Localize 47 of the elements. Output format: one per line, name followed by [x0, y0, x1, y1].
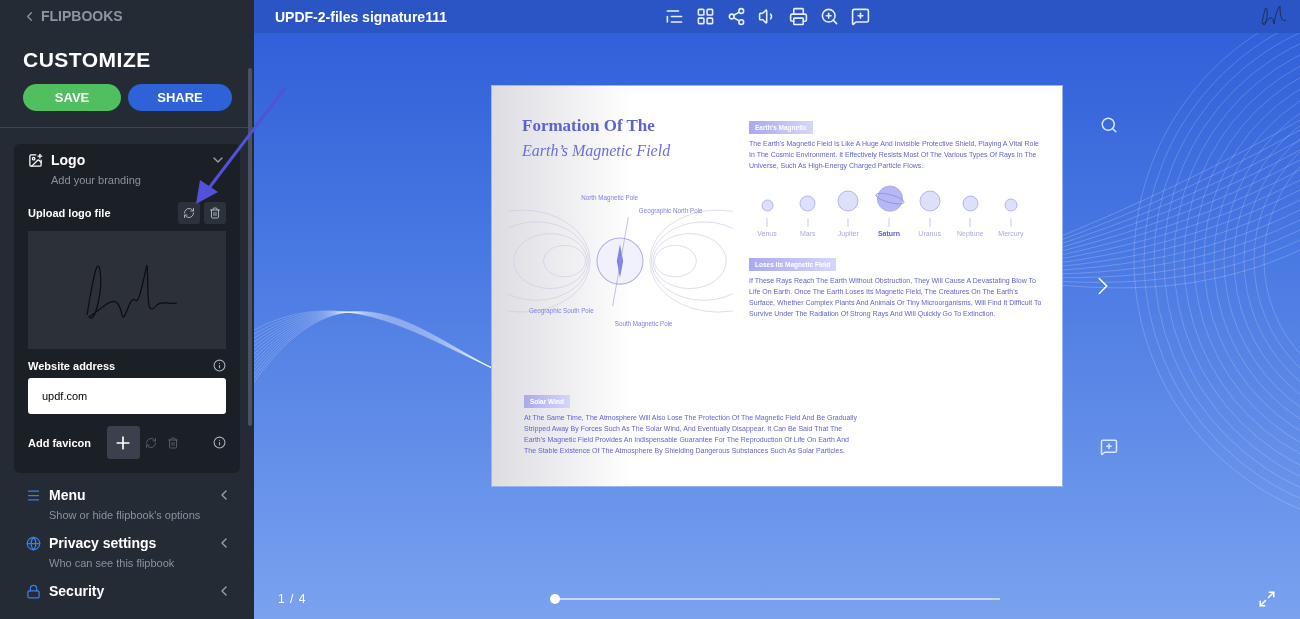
flipbook-title: UPDF-2-files signature111: [275, 8, 448, 25]
comment-add-icon[interactable]: [1100, 438, 1118, 456]
share-button[interactable]: SHARE: [128, 84, 232, 111]
page-indicator: 1 / 4: [278, 592, 308, 606]
section-subtitle: Show or hide flipbook's options: [49, 509, 202, 521]
section-title[interactable]: Logo: [51, 152, 202, 168]
page-heading: Formation Of The: [522, 116, 656, 136]
favicon-label: Add favicon: [28, 436, 91, 449]
page-subheading: Earth’s Magnetic Field: [522, 142, 672, 160]
delete-button[interactable]: [204, 202, 226, 224]
planet-icon: [961, 195, 979, 212]
section-title[interactable]: Privacy settings: [49, 535, 208, 551]
logo-icon: [28, 153, 43, 168]
upload-label: Upload logo file: [28, 207, 111, 219]
refresh-icon[interactable]: [144, 436, 157, 449]
planet-icon: [799, 195, 817, 212]
back-link[interactable]: FLIPBOOKS: [0, 0, 254, 26]
planet-icon: [760, 199, 774, 212]
share-icon[interactable]: [727, 7, 746, 26]
replace-button[interactable]: [178, 202, 200, 224]
info-icon[interactable]: [213, 436, 226, 449]
section-subtitle: Add your branding: [51, 174, 142, 186]
zoom-icon[interactable]: [820, 7, 839, 26]
privacy-icon: [26, 536, 41, 551]
saturn-planet-icon: [872, 185, 905, 213]
search-icon[interactable]: [1100, 116, 1118, 134]
section-title[interactable]: Security: [49, 583, 208, 599]
section-title[interactable]: Menu: [49, 487, 208, 503]
table-of-contents-icon[interactable]: [665, 7, 684, 26]
planet-icon: [837, 190, 860, 212]
grid-icon[interactable]: [696, 7, 715, 26]
info-icon[interactable]: [213, 359, 226, 372]
add-favicon-button[interactable]: [106, 426, 140, 459]
fullscreen-icon[interactable]: [1258, 590, 1276, 608]
print-icon[interactable]: [789, 7, 808, 26]
website-input[interactable]: updf.com: [28, 378, 226, 414]
website-label: Website address: [28, 359, 116, 372]
sidebar-title: CUSTOMIZE: [22, 47, 152, 72]
trash-icon[interactable]: [166, 436, 179, 449]
menu-icon: [26, 488, 41, 503]
planet-icon: [918, 190, 941, 212]
comment-add-icon[interactable]: [851, 7, 870, 26]
security-icon: [26, 584, 41, 599]
section-subtitle: Who can see this flipbook: [49, 557, 176, 569]
planet-icon: [1003, 198, 1018, 212]
refresh-icon[interactable]: [183, 207, 195, 219]
trash-icon[interactable]: [209, 207, 221, 219]
